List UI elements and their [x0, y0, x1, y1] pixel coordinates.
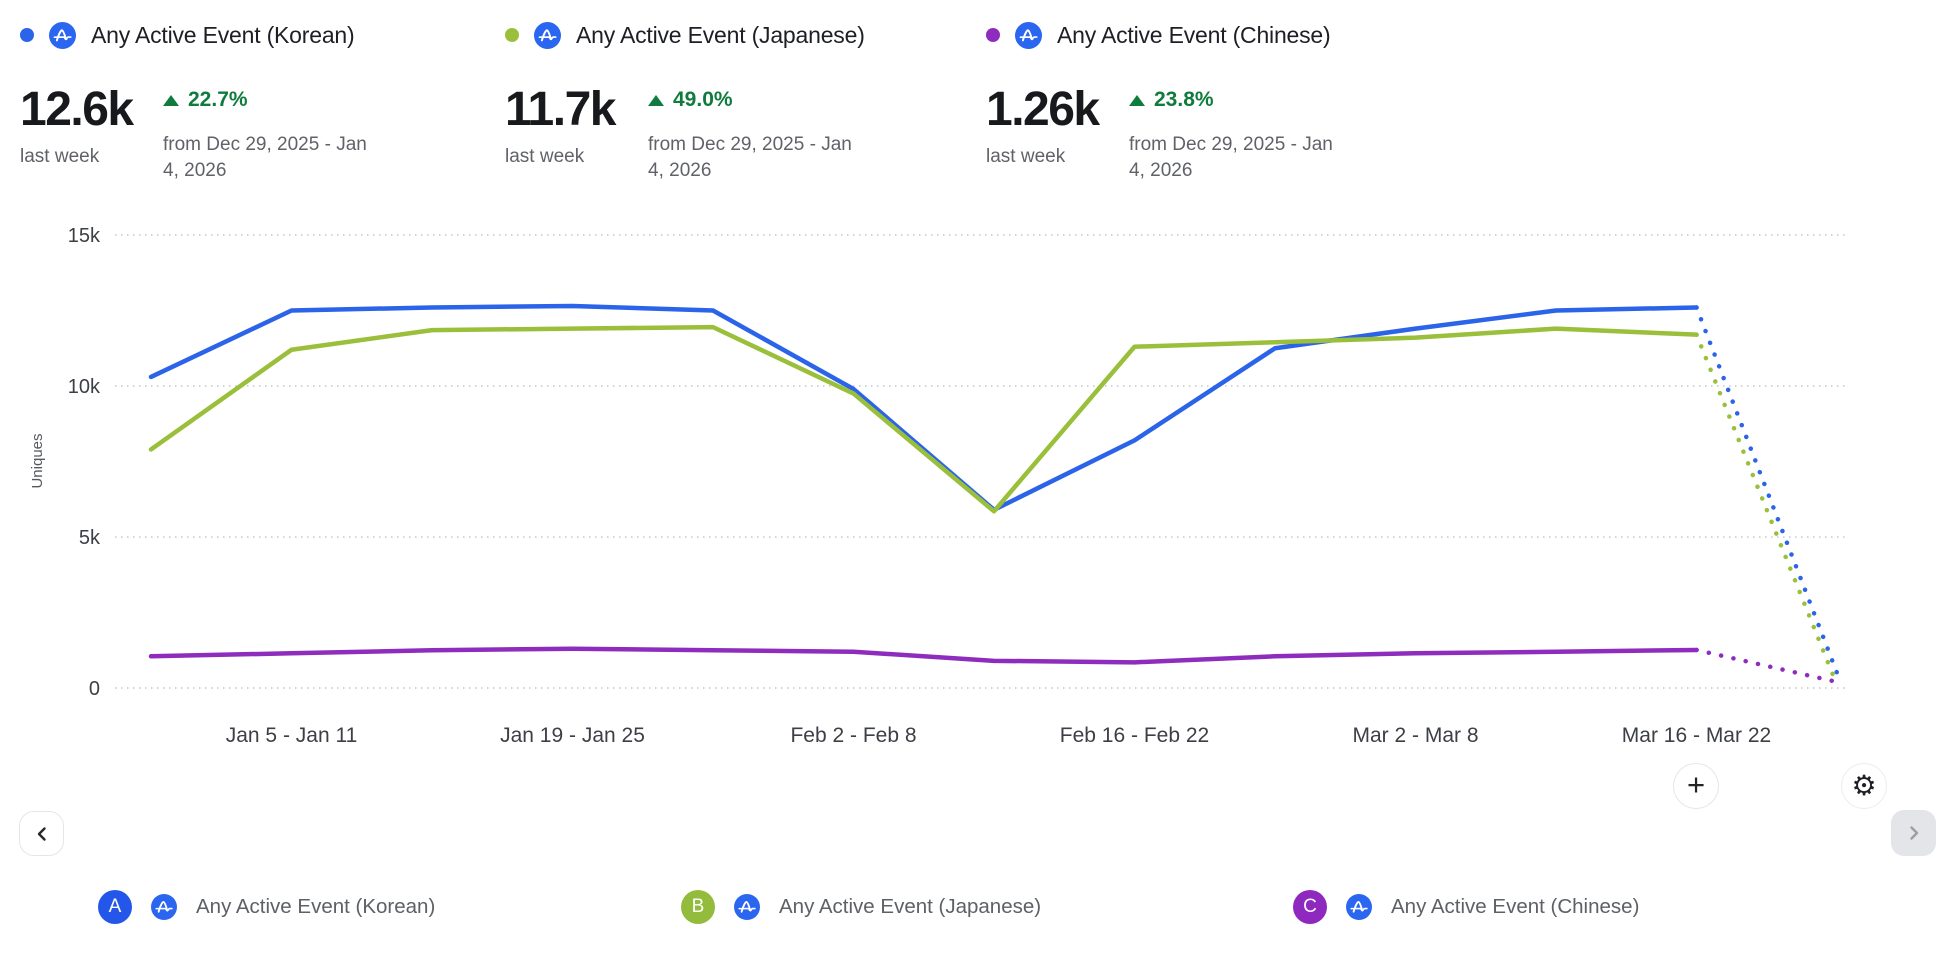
- metric-card-korean: Any Active Event (Korean) 12.6k last wee…: [20, 20, 387, 184]
- series-color-dot: [505, 28, 519, 42]
- analytics-chart-widget: { "theme": { "positive": "#0f7b3c", "gri…: [0, 0, 1950, 954]
- change-period: from Dec 29, 2025 - Jan 4, 2026: [163, 134, 367, 181]
- gear-icon: ⚙: [1851, 770, 1877, 801]
- metric-value-block: 11.7k last week: [505, 86, 631, 168]
- legend-item-chinese[interactable]: C Any Active Event (Chinese): [1293, 884, 1639, 930]
- amplitude-event-icon: [1346, 894, 1372, 920]
- y-axis-tick: 15k: [68, 225, 101, 247]
- amplitude-event-icon: [534, 21, 561, 49]
- metric-period: last week: [986, 146, 1066, 167]
- metric-change-block: 23.8% from Dec 29, 2025 - Jan 4, 2026: [1129, 86, 1353, 184]
- x-axis-tick: Mar 16 - Mar 22: [1622, 724, 1771, 747]
- series-color-dot: [20, 28, 34, 42]
- scroll-left-button[interactable]: [19, 811, 64, 856]
- metric-change-block: 49.0% from Dec 29, 2025 - Jan 4, 2026: [648, 86, 872, 184]
- metric-value: 1.26k: [986, 83, 1100, 136]
- series-line: [148, 324, 1699, 514]
- x-axis-tick: Feb 2 - Feb 8: [790, 724, 916, 747]
- amplitude-event-icon: [49, 21, 76, 49]
- amplitude-event-icon: [734, 894, 760, 920]
- plus-icon: +: [1686, 767, 1706, 802]
- chart-settings-button[interactable]: ⚙: [1841, 763, 1887, 809]
- metric-period: last week: [505, 146, 585, 167]
- add-annotation-button[interactable]: +: [1673, 763, 1719, 809]
- legend-label: Any Active Event (Korean): [196, 895, 436, 918]
- chevron-left-icon: [37, 826, 46, 841]
- metric-change-block: 22.7% from Dec 29, 2025 - Jan 4, 2026: [163, 86, 387, 184]
- series-title: Any Active Event (Korean): [91, 21, 355, 48]
- y-axis-tick: 10k: [68, 376, 101, 398]
- legend-label: Any Active Event (Chinese): [1391, 895, 1640, 918]
- y-axis-label: Uniques: [29, 433, 46, 488]
- series-title: Any Active Event (Japanese): [576, 21, 865, 48]
- series-line-projected: [1694, 647, 1840, 685]
- legend-label: Any Active Event (Japanese): [779, 895, 1042, 918]
- chevron-right-icon: [1909, 826, 1918, 840]
- series-title: Any Active Event (Chinese): [1057, 21, 1331, 48]
- x-axis-tick: Feb 16 - Feb 22: [1060, 724, 1209, 747]
- metric-period: last week: [20, 146, 100, 167]
- y-axis-tick: 5k: [79, 527, 101, 549]
- series-line-projected: [1694, 305, 1840, 676]
- change-percent: 22.7%: [188, 88, 248, 111]
- series-header-korean[interactable]: Any Active Event (Korean): [20, 20, 387, 50]
- series-color-dot: [986, 28, 1000, 42]
- y-axis-tick: 0: [89, 678, 100, 700]
- trend-up-icon: [1129, 94, 1145, 106]
- legend-item-korean[interactable]: A Any Active Event (Korean): [98, 884, 435, 930]
- trend-up-icon: [648, 94, 664, 106]
- change-percent: 49.0%: [673, 88, 733, 111]
- change-period: from Dec 29, 2025 - Jan 4, 2026: [1129, 134, 1333, 181]
- change-period: from Dec 29, 2025 - Jan 4, 2026: [648, 134, 852, 181]
- scroll-right-button[interactable]: [1891, 810, 1936, 856]
- series-badge-a: A: [98, 890, 132, 924]
- series-line: [148, 646, 1699, 665]
- series-header-japanese[interactable]: Any Active Event (Japanese): [505, 20, 872, 50]
- trend-up-icon: [163, 94, 179, 106]
- x-axis-tick: Jan 19 - Jan 25: [500, 724, 645, 747]
- series-badge-c: C: [1293, 890, 1327, 924]
- metric-card-chinese: Any Active Event (Chinese) 1.26k last we…: [986, 20, 1353, 184]
- amplitude-event-icon: [151, 894, 177, 920]
- series-header-chinese[interactable]: Any Active Event (Chinese): [986, 20, 1353, 50]
- series-badge-b: B: [681, 890, 715, 924]
- metric-value-block: 1.26k last week: [986, 86, 1112, 168]
- x-axis-tick: Jan 5 - Jan 11: [226, 724, 358, 747]
- metric-card-japanese: Any Active Event (Japanese) 11.7k last w…: [505, 20, 872, 184]
- metric-value-block: 12.6k last week: [20, 86, 146, 168]
- x-axis-tick: Mar 2 - Mar 8: [1352, 724, 1478, 747]
- series-line-projected: [1694, 332, 1840, 688]
- legend-item-japanese[interactable]: B Any Active Event (Japanese): [681, 884, 1041, 930]
- metric-value: 11.7k: [505, 83, 616, 136]
- amplitude-event-icon: [1015, 21, 1042, 49]
- change-percent: 23.8%: [1154, 88, 1214, 111]
- metric-value: 12.6k: [20, 83, 134, 136]
